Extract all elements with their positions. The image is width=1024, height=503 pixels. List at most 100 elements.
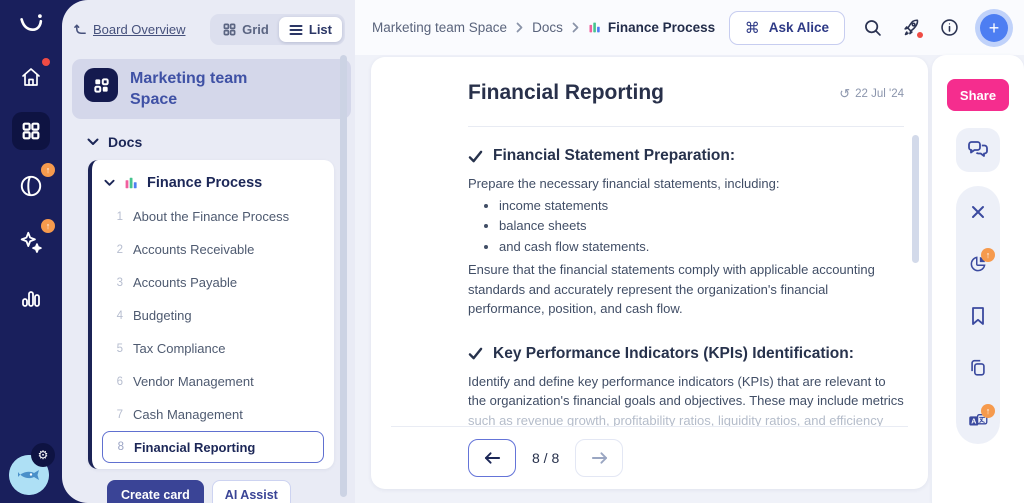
doc-item-number: 6: [116, 375, 123, 388]
view-toggle: Grid List: [210, 14, 345, 45]
grid-view-button[interactable]: Grid: [213, 17, 279, 42]
doc-item-label: Vendor Management: [133, 374, 254, 390]
bullet-item: income statements: [499, 197, 904, 216]
copy-icon[interactable]: [968, 358, 988, 378]
version-history[interactable]: ↺ 22 Jul '24: [839, 87, 904, 100]
document-title: Financial Reporting: [468, 81, 665, 104]
document-scrollbar[interactable]: [912, 135, 919, 263]
create-card-button[interactable]: Create card: [107, 480, 204, 503]
search-icon[interactable]: [862, 17, 883, 38]
doc-item-6[interactable]: 6 Vendor Management: [92, 365, 334, 398]
doc-item-label: Budgeting: [133, 308, 192, 324]
translate-icon[interactable]: A ↑: [968, 404, 995, 430]
info-icon[interactable]: [939, 17, 960, 38]
doc-item-5[interactable]: 5 Tax Compliance: [92, 332, 334, 365]
home-icon[interactable]: [14, 58, 50, 94]
doc-item-number: 8: [117, 441, 124, 454]
finance-process-tree: Finance Process 1 About the Finance Proc…: [88, 160, 334, 470]
bookmark-icon[interactable]: [968, 306, 988, 326]
finance-process-node[interactable]: Finance Process: [92, 168, 334, 200]
app-logo-icon[interactable]: [14, 8, 48, 42]
doc-item-3[interactable]: 3 Accounts Payable: [92, 266, 334, 299]
settings-gear-icon[interactable]: ⚙: [31, 443, 55, 467]
page-navigation: 8 / 8: [391, 426, 908, 489]
list-view-button[interactable]: List: [278, 17, 342, 42]
split-circle-icon[interactable]: ↑: [14, 163, 55, 203]
faded-truncated-line: such as revenue growth, profitability ra…: [468, 412, 884, 426]
section-paragraph: Identify and define key performance indi…: [468, 372, 904, 426]
doc-item-label: Cash Management: [133, 407, 243, 423]
doc-item-label: Accounts Payable: [133, 275, 238, 291]
analytics-bars-icon[interactable]: [14, 281, 48, 315]
breadcrumb: Marketing team Space Docs Finance Proces…: [372, 20, 715, 35]
chevron-down-icon: [104, 180, 115, 186]
space-header[interactable]: Marketing team Space: [72, 59, 351, 120]
panel-scrollbar[interactable]: [340, 55, 347, 497]
ask-alice-button[interactable]: ⌘ Ask Alice: [728, 10, 845, 45]
document-body: Financial Statement Preparation: Prepare…: [371, 127, 928, 426]
breadcrumb-docs[interactable]: Docs: [532, 20, 563, 35]
topbar: Marketing team Space Docs Finance Proces…: [355, 0, 1024, 55]
document-date: 22 Jul '24: [855, 87, 904, 100]
history-icon: ↺: [839, 86, 851, 101]
alice-knot-icon: ⌘: [744, 19, 760, 37]
doc-item-1[interactable]: 1 About the Finance Process: [92, 200, 334, 233]
doc-item-number: 3: [116, 276, 123, 289]
ai-sparkles-icon[interactable]: ↑: [14, 219, 55, 259]
chart-emoji-icon: [589, 22, 600, 33]
doc-item-label: About the Finance Process: [133, 209, 290, 225]
previous-page-button[interactable]: [468, 439, 516, 477]
board-panel: Board Overview Grid List Marketing team …: [62, 0, 355, 503]
doc-item-number: 5: [116, 342, 123, 355]
spaces-grid-icon[interactable]: [12, 112, 50, 150]
add-button[interactable]: +: [980, 13, 1008, 42]
pie-chart-icon[interactable]: ↑: [968, 248, 995, 274]
doc-item-7[interactable]: 7 Cash Management: [92, 398, 334, 431]
share-button[interactable]: Share: [947, 79, 1009, 111]
doc-item-number: 4: [116, 309, 123, 322]
chart-emoji-icon: [125, 178, 137, 189]
panel-header: Board Overview Grid List: [62, 12, 355, 45]
chevron-right-icon: [572, 22, 579, 33]
document-card: Financial Reporting ↺ 22 Jul '24 Financi…: [371, 57, 928, 489]
bullet-list: income statements balance sheets and cas…: [468, 197, 904, 258]
app-sidebar: ↑ ↑ ⚙: [0, 0, 62, 503]
close-icon[interactable]: [968, 202, 988, 222]
next-page-button[interactable]: [575, 439, 624, 477]
breadcrumb-space[interactable]: Marketing team Space: [372, 20, 507, 35]
upgrade-badge: ↑: [981, 404, 995, 418]
notification-dot: [42, 58, 50, 66]
section-heading-2: Key Performance Indicators (KPIs) Identi…: [468, 345, 904, 363]
section-paragraph: Prepare the necessary financial statemen…: [468, 176, 780, 191]
rocket-icon[interactable]: [900, 17, 923, 39]
ask-alice-label: Ask Alice: [768, 20, 829, 35]
section-paragraph: Ensure that the financial statements com…: [468, 262, 875, 317]
space-title: Marketing team Space: [130, 70, 248, 109]
upgrade-badge: ↑: [981, 248, 995, 262]
doc-item-4[interactable]: 4 Budgeting: [92, 299, 334, 332]
docs-section-toggle[interactable]: Docs: [87, 134, 355, 150]
upgrade-badge: ↑: [41, 219, 55, 233]
main-area: Marketing team Space Docs Finance Proces…: [355, 0, 1024, 503]
translate-letter: A: [971, 417, 976, 425]
board-overview-label: Board Overview: [93, 22, 186, 37]
doc-item-label: Accounts Receivable: [133, 242, 255, 258]
doc-item-2[interactable]: 2 Accounts Receivable: [92, 233, 334, 266]
section-heading-text: Financial Statement Preparation:: [493, 147, 736, 164]
ai-assist-button[interactable]: AI Assist: [211, 480, 291, 503]
section-heading-text: Key Performance Indicators (KPIs) Identi…: [493, 344, 854, 362]
breadcrumb-current-label: Finance Process: [607, 20, 716, 35]
arrow-left-icon: [484, 452, 500, 464]
upgrade-badge: ↑: [41, 163, 55, 177]
topbar-actions: ⌘ Ask Alice +: [728, 10, 1008, 45]
doc-item-number: 7: [116, 408, 123, 421]
chevron-down-icon: [87, 138, 99, 146]
user-area: ⚙: [9, 443, 55, 495]
board-overview-link[interactable]: Board Overview: [74, 22, 185, 37]
doc-item-8-selected[interactable]: 8 Financial Reporting: [102, 431, 324, 464]
bullet-item: and cash flow statements.: [499, 238, 904, 257]
breadcrumb-current[interactable]: Finance Process: [588, 20, 715, 35]
doc-item-number: 2: [116, 243, 123, 256]
comments-icon[interactable]: [956, 128, 1000, 172]
section-heading-1: Financial Statement Preparation:: [468, 147, 904, 165]
